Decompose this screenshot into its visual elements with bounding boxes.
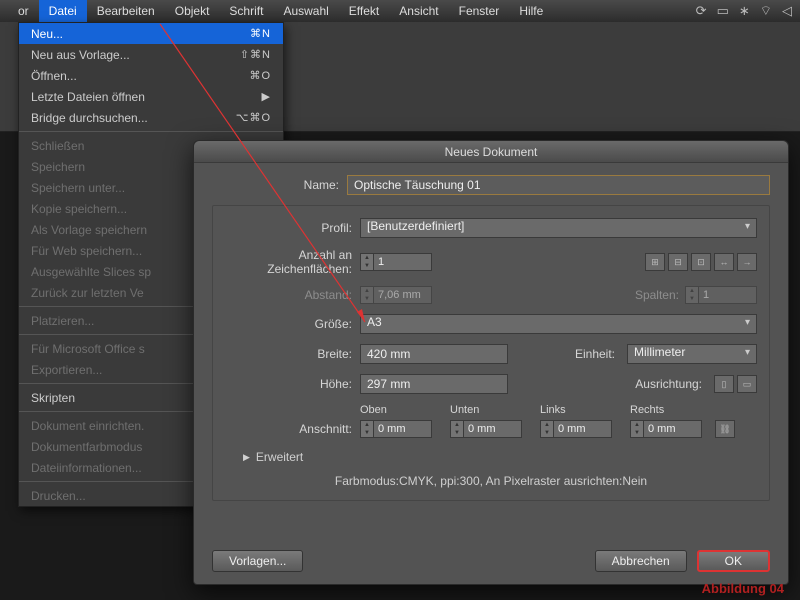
triangle-right-icon: ▶ <box>243 452 250 463</box>
bleed-top-spinner[interactable]: ▲▼ <box>360 420 432 438</box>
menu-objekt[interactable]: Objekt <box>165 0 220 22</box>
size-select[interactable]: A3 <box>360 314 757 334</box>
bleed-bottom-spinner[interactable]: ▲▼ <box>450 420 522 438</box>
new-document-dialog: Neues Dokument Name: Profil: [Benutzerde… <box>193 140 789 585</box>
arrow-right-icon[interactable]: → <box>737 253 757 271</box>
spacing-spinner: ▲▼ <box>360 286 432 304</box>
ok-button[interactable]: OK <box>697 550 770 572</box>
menu-schrift[interactable]: Schrift <box>219 0 273 22</box>
menu-item-open[interactable]: Öffnen...⌘O <box>19 65 283 86</box>
units-select[interactable]: Millimeter <box>627 344 757 364</box>
columns-label: Spalten: <box>635 288 685 302</box>
bleed-left-spinner[interactable]: ▲▼ <box>540 420 612 438</box>
size-label: Größe: <box>225 317 360 331</box>
cancel-button[interactable]: Abbrechen <box>595 550 687 572</box>
bleed-left-label: Links <box>540 404 612 416</box>
artboards-spinner[interactable]: ▲▼ <box>360 253 432 271</box>
bleed-right-spinner[interactable]: ▲▼ <box>630 420 702 438</box>
menu-datei[interactable]: Datei <box>39 0 87 22</box>
profile-select[interactable]: [Benutzerdefiniert] <box>360 218 757 238</box>
bleed-label: Anschnitt: <box>225 422 360 438</box>
bleed-bottom-label: Unten <box>450 404 522 416</box>
menubar: or Datei Bearbeiten Objekt Schrift Auswa… <box>0 0 800 22</box>
menu-item-new-template[interactable]: Neu aus Vorlage...⇧⌘N <box>19 44 283 65</box>
menu-item-new[interactable]: Neu...⌘N <box>19 23 283 44</box>
templates-button[interactable]: Vorlagen... <box>212 550 303 572</box>
menu-bearbeiten[interactable]: Bearbeiten <box>87 0 165 22</box>
width-label: Breite: <box>225 347 360 361</box>
figure-caption: Abbildung 04 <box>702 581 784 596</box>
sync-icon: ⟳ <box>696 3 707 19</box>
menu-item-recent[interactable]: Letzte Dateien öffnen▶ <box>19 86 283 107</box>
summary-text: Farbmodus:CMYK, ppi:300, An Pixelraster … <box>225 474 757 488</box>
arrange-icon[interactable]: ↔ <box>714 253 734 271</box>
menu-hilfe[interactable]: Hilfe <box>509 0 553 22</box>
name-input[interactable] <box>347 175 770 195</box>
height-input[interactable] <box>360 374 508 394</box>
width-input[interactable] <box>360 344 508 364</box>
bluetooth-icon: ∗ <box>739 3 750 19</box>
menu-auswahl[interactable]: Auswahl <box>273 0 338 22</box>
dialog-title: Neues Dokument <box>194 141 788 163</box>
menu-ansicht[interactable]: Ansicht <box>389 0 448 22</box>
name-label: Name: <box>212 178 347 192</box>
profile-label: Profil: <box>225 221 360 235</box>
bleed-right-label: Rechts <box>630 404 702 416</box>
landscape-icon[interactable]: ▭ <box>737 375 757 393</box>
row-layout-icon[interactable]: ⊟ <box>668 253 688 271</box>
volume-icon: ◁ <box>782 3 792 19</box>
advanced-disclosure[interactable]: ▶Erweitert <box>243 450 757 464</box>
grid-layout-icon[interactable]: ⊞ <box>645 253 665 271</box>
menu-effekt[interactable]: Effekt <box>339 0 389 22</box>
artboards-label: Anzahl an Zeichenflächen: <box>225 248 360 276</box>
link-bleed-icon[interactable]: ⛓ <box>715 420 735 438</box>
bleed-top-label: Oben <box>360 404 432 416</box>
columns-spinner: ▲▼ <box>685 286 757 304</box>
system-tray: ⟳ ▭ ∗ ⌔ ◁ <box>696 0 792 22</box>
wifi-icon: ⌔ <box>760 3 772 19</box>
settings-panel: Profil: [Benutzerdefiniert] Anzahl an Ze… <box>212 205 770 501</box>
height-label: Höhe: <box>225 377 360 391</box>
menu-item-bridge[interactable]: Bridge durchsuchen...⌥⌘O <box>19 107 283 128</box>
spacing-label: Abstand: <box>225 288 360 302</box>
orientation-label: Ausrichtung: <box>635 377 708 391</box>
portrait-icon[interactable]: ▯ <box>714 375 734 393</box>
col-layout-icon[interactable]: ⊡ <box>691 253 711 271</box>
units-label: Einheit: <box>575 347 621 361</box>
display-icon: ▭ <box>717 3 729 19</box>
menu-fenster[interactable]: Fenster <box>449 0 510 22</box>
menu-app[interactable]: or <box>8 0 39 22</box>
